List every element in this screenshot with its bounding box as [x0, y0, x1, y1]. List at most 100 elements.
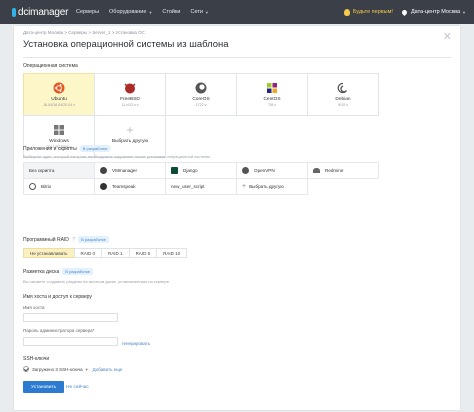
os-tile-freebsd[interactable]: FreeBSD 11.x/12.x v	[94, 73, 166, 116]
logo-text: dcimanager	[18, 6, 69, 18]
host-section-label: Имя хоста и доступ к серверу	[23, 294, 92, 300]
app-tile-no-script[interactable]: Без скрипта	[23, 162, 95, 179]
os-tile-ubuntu[interactable]: Ubuntu 16.04/18.04/20.04 v	[23, 73, 95, 116]
page-title: Установка операционной системы из шаблон…	[23, 39, 229, 50]
generate-password-link[interactable]: генерировать	[122, 341, 150, 346]
apps-hint: Выберите один, который настроит необходи…	[23, 154, 212, 159]
os-name: Ubuntu	[51, 97, 67, 102]
chevron-down-icon[interactable]: ▼	[85, 367, 89, 372]
location-pin-icon	[400, 8, 408, 16]
raid-option-5[interactable]: RAID 5	[128, 248, 158, 258]
raid-option-0[interactable]: RAID 0	[73, 248, 103, 258]
disk-hint: Вы сможете создавать разделы на жестком …	[23, 279, 171, 284]
nav-item-racks[interactable]: Стойки	[162, 9, 180, 15]
app-tile-choose-other[interactable]: + Выбрать другую	[236, 178, 308, 195]
app-name: Без скрипта	[29, 168, 55, 173]
raid-option-none[interactable]: Не устанавливать	[23, 248, 75, 258]
coreos-icon	[195, 82, 207, 94]
breadcrumb[interactable]: Дата-центр Москва > Серверы > Server_1 >…	[23, 30, 145, 35]
app-tile-bitrix[interactable]: Bitrix	[23, 178, 95, 195]
feedback-link[interactable]: Будьте первым!	[343, 8, 393, 16]
freebsd-icon	[124, 82, 136, 94]
vmmanager-icon	[100, 167, 107, 174]
disk-section-title: Разметка диска	[23, 268, 60, 275]
app-tile-teamspeak[interactable]: Teamspeak	[94, 178, 166, 195]
os-name: FreeBSD	[120, 97, 140, 102]
app-name: Teamspeak	[112, 184, 136, 189]
in-development-badge: В разработке	[78, 236, 109, 243]
debian-icon	[337, 82, 349, 94]
windows-icon	[53, 124, 65, 136]
nav-item-label: Стойки	[162, 9, 181, 15]
app-tile-redmine[interactable]: Redmine	[307, 162, 379, 179]
logo[interactable]: dcimanager	[12, 6, 69, 18]
os-version-select[interactable]: 9/10 v	[338, 103, 348, 107]
raid-option-10[interactable]: RAID 10	[156, 248, 188, 258]
in-development-badge: В разработке	[62, 268, 94, 275]
ssh-section-label: SSH-ключи	[23, 356, 50, 362]
os-tile-debian[interactable]: Debian 9/10 v	[307, 73, 379, 116]
datacenter-label: Дата-центр Москва	[410, 9, 461, 15]
raid-section-label: Программный RAID ? В разработке	[23, 236, 109, 243]
app-tile-vmmanager[interactable]: VMmanager	[94, 162, 166, 179]
nav-item-servers[interactable]: Серверы	[76, 9, 99, 15]
install-button[interactable]: Установить	[23, 381, 65, 393]
os-name: Debian	[335, 97, 351, 102]
app-name: Django	[183, 168, 198, 173]
nav-item-label: Оборудование	[109, 9, 147, 15]
os-name: Windows	[49, 139, 69, 144]
nav-item-networks[interactable]: Сети ▼	[190, 9, 208, 15]
os-version-select[interactable]: 1722 v	[196, 103, 207, 107]
apps-section-title: Приложения и скрипты	[23, 145, 77, 152]
bitrix-icon	[29, 183, 36, 190]
app-name: Bitrix	[41, 184, 52, 189]
close-icon[interactable]: ✕	[443, 32, 452, 43]
raid-option-1[interactable]: RAID 1	[101, 248, 130, 258]
plus-icon: +	[126, 123, 134, 137]
ssh-keys-row: Загружено 3 SSH-ключа ▼ Добавить еще	[23, 366, 122, 372]
os-version-select[interactable]: 16.04/18.04/20.04 v	[43, 103, 75, 107]
django-icon	[171, 167, 178, 174]
os-name: Выбрать другую	[111, 139, 149, 144]
app-name: Redmine	[325, 168, 344, 173]
feedback-label: Будьте первым!	[352, 9, 393, 15]
os-name: CoreOS	[192, 97, 210, 102]
openvpn-icon	[242, 167, 249, 174]
lightbulb-icon	[343, 8, 350, 16]
hostname-label: Имя хоста	[23, 305, 45, 310]
datacenter-selector[interactable]: Дата-центр Москва ▼	[400, 8, 466, 16]
os-section-label: Операционная система	[23, 63, 78, 69]
install-os-panel: Дата-центр Москва > Серверы > Server_1 >…	[14, 26, 460, 410]
cancel-button[interactable]: Не сейчас	[66, 381, 89, 393]
help-icon[interactable]: ?	[72, 237, 75, 243]
os-version-select[interactable]: 7/8 v	[268, 103, 276, 107]
nav-item-label: Сети	[190, 9, 203, 15]
disk-section-label: Разметка диска В разработке	[23, 268, 94, 275]
teamspeak-icon	[100, 183, 107, 190]
centos-icon	[266, 82, 278, 94]
os-tile-coreos[interactable]: CoreOS 1722 v	[165, 73, 237, 116]
check-icon	[23, 366, 29, 372]
app-tile-openvpn[interactable]: OpenVPN	[236, 162, 308, 179]
app-tile-new-user-script[interactable]: new_user_script	[165, 178, 237, 195]
nav-item-equipment[interactable]: Оборудование ▼	[109, 9, 152, 15]
logo-mark-icon	[12, 7, 16, 17]
os-tile-centos[interactable]: CentOS 7/8 v	[236, 73, 308, 116]
in-development-badge: В разработке	[79, 145, 111, 152]
os-version-select[interactable]: 11.x/12.x v	[121, 103, 138, 107]
divider	[23, 57, 451, 58]
password-input[interactable]	[23, 337, 118, 346]
raid-section-title: Программный RAID	[23, 236, 69, 243]
app-tile-django[interactable]: Django	[165, 162, 237, 179]
hostname-input[interactable]	[23, 313, 118, 322]
top-navigation-bar: dcimanager Серверы Оборудование ▼ Стойки …	[0, 0, 474, 24]
chevron-down-icon: ▼	[462, 9, 466, 15]
add-ssh-key-link[interactable]: Добавить еще	[93, 367, 123, 372]
chevron-down-icon: ▼	[148, 9, 153, 15]
app-name: Выбрать другую	[249, 184, 284, 189]
plus-icon: +	[242, 183, 247, 190]
os-name: CentOS	[263, 97, 281, 102]
ssh-loaded-text: Загружено 3 SSH-ключа	[32, 366, 83, 372]
app-name: OpenVPN	[254, 168, 275, 173]
app-name: VMmanager	[112, 168, 138, 173]
